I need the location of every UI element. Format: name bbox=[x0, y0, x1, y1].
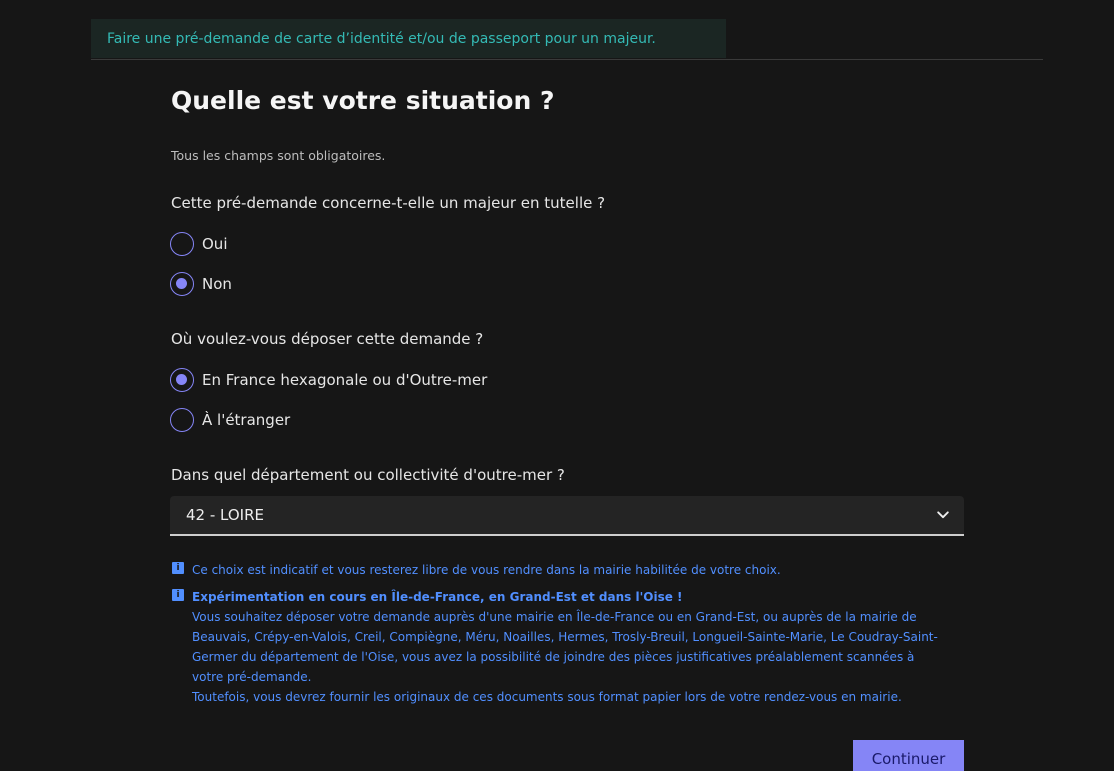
radio-option-label: Non bbox=[202, 275, 232, 293]
radio-option-oui[interactable]: Oui bbox=[170, 231, 227, 257]
radio-circle[interactable] bbox=[170, 408, 194, 432]
experiment-notice-line: Beauvais, Crépy-en-Valois, Creil, Compiè… bbox=[192, 630, 938, 644]
experiment-notice-title: Expérimentation en cours en Île-de-Franc… bbox=[192, 590, 683, 604]
banner-text: Faire une pré-demande de carte d’identit… bbox=[107, 30, 656, 47]
info-icon: i bbox=[172, 589, 184, 601]
info-icon: i bbox=[172, 562, 184, 574]
radio-circle-checked[interactable] bbox=[170, 272, 194, 296]
banner-divider bbox=[91, 59, 1043, 60]
depot-question-legend: Où voulez-vous déposer cette demande ? bbox=[171, 330, 484, 348]
departement-selected-value: 42 - LOIRE bbox=[186, 506, 264, 524]
radio-circle[interactable] bbox=[170, 232, 194, 256]
radio-option-non[interactable]: Non bbox=[170, 271, 232, 297]
radio-option-label: À l'étranger bbox=[202, 411, 291, 429]
radio-option-label: Oui bbox=[202, 235, 228, 253]
page: Faire une pré-demande de carte d’identit… bbox=[0, 0, 1114, 771]
departement-question-legend: Dans quel département ou collectivité d'… bbox=[171, 466, 565, 484]
continue-button[interactable]: Continuer bbox=[853, 740, 964, 771]
experiment-notice-line: Toutefois, vous devrez fournir les origi… bbox=[192, 690, 902, 704]
tutelle-question-legend: Cette pré-demande concerne-t-elle un maj… bbox=[171, 194, 606, 212]
chevron-down-icon bbox=[937, 511, 949, 519]
page-title: Quelle est votre situation ? bbox=[171, 86, 555, 115]
radio-option-etranger[interactable]: À l'étranger bbox=[170, 407, 290, 433]
experiment-notice-line: votre pré-demande. bbox=[192, 670, 312, 684]
required-fields-hint: Tous les champs sont obligatoires. bbox=[171, 148, 386, 163]
experiment-notice-line: Vous souhaitez déposer votre demande aup… bbox=[192, 610, 917, 624]
radio-circle-checked[interactable] bbox=[170, 368, 194, 392]
experiment-notice-body: Expérimentation en cours en Île-de-Franc… bbox=[192, 587, 938, 707]
experiment-notice: i Expérimentation en cours en Île-de-Fra… bbox=[172, 587, 964, 707]
radio-option-france[interactable]: En France hexagonale ou d'Outre-mer bbox=[170, 367, 487, 393]
page-banner: Faire une pré-demande de carte d’identit… bbox=[91, 19, 726, 58]
choice-notice-text: Ce choix est indicatif et vous resterez … bbox=[192, 563, 781, 577]
radio-option-label: En France hexagonale ou d'Outre-mer bbox=[202, 371, 488, 389]
departement-select[interactable]: 42 - LOIRE bbox=[170, 496, 964, 536]
experiment-notice-line: Germer du département de l'Oise, vous av… bbox=[192, 650, 915, 664]
choice-notice: i Ce choix est indicatif et vous restere… bbox=[172, 560, 964, 580]
